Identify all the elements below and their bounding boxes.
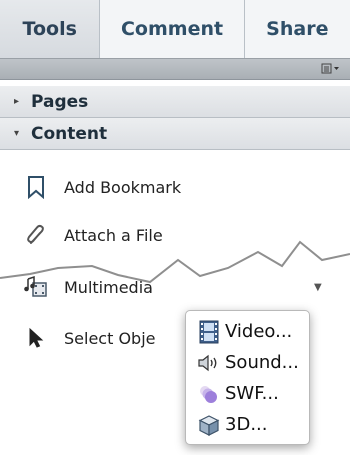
attach-file-label: Attach a File: [64, 225, 163, 245]
multimedia-popup-menu: Video... Sound... SWF... 3D...: [185, 310, 310, 445]
multimedia-label: Multimedia: [64, 277, 153, 297]
menu-item-3d[interactable]: 3D...: [186, 409, 309, 440]
expanded-arrow-icon: ▾: [14, 128, 20, 139]
swf-icon: [196, 381, 222, 407]
menu-item-video-label: Video...: [225, 321, 293, 342]
multimedia-icon: [22, 273, 50, 301]
section-content[interactable]: ▾ Content: [0, 118, 350, 150]
multimedia-item[interactable]: Multimedia: [22, 272, 153, 302]
menu-item-sound[interactable]: Sound...: [186, 347, 309, 378]
add-bookmark-item[interactable]: Add Bookmark: [22, 172, 181, 202]
select-object-label: Select Obje: [64, 328, 156, 348]
cube-icon: [196, 412, 222, 438]
attach-file-item[interactable]: Attach a File: [22, 220, 163, 250]
select-object-item[interactable]: Select Obje: [22, 323, 155, 353]
section-pages[interactable]: ▸ Pages: [0, 86, 350, 118]
menu-item-swf-label: SWF...: [225, 383, 279, 404]
arrow-cursor-icon: [22, 324, 50, 352]
paperclip-icon: [22, 221, 50, 249]
panel-strip: [0, 58, 350, 80]
tab-share[interactable]: Share: [244, 0, 350, 58]
tab-tools[interactable]: Tools: [0, 0, 100, 58]
section-content-label: Content: [31, 123, 108, 144]
film-icon: [196, 319, 222, 345]
collapsed-arrow-icon: ▸: [14, 96, 20, 107]
tab-comment[interactable]: Comment: [100, 0, 244, 58]
menu-item-3d-label: 3D...: [225, 414, 268, 435]
chevron-down-icon[interactable]: ▼: [314, 282, 322, 293]
section-pages-label: Pages: [31, 91, 89, 112]
tab-bar: Tools Comment Share: [0, 0, 350, 58]
menu-item-swf[interactable]: SWF...: [186, 378, 309, 409]
bookmark-icon: [22, 173, 50, 201]
menu-item-video[interactable]: Video...: [186, 316, 309, 347]
speaker-icon: [196, 350, 222, 376]
menu-item-sound-label: Sound...: [225, 352, 299, 373]
panel-options-icon[interactable]: [320, 62, 342, 76]
add-bookmark-label: Add Bookmark: [64, 177, 182, 197]
